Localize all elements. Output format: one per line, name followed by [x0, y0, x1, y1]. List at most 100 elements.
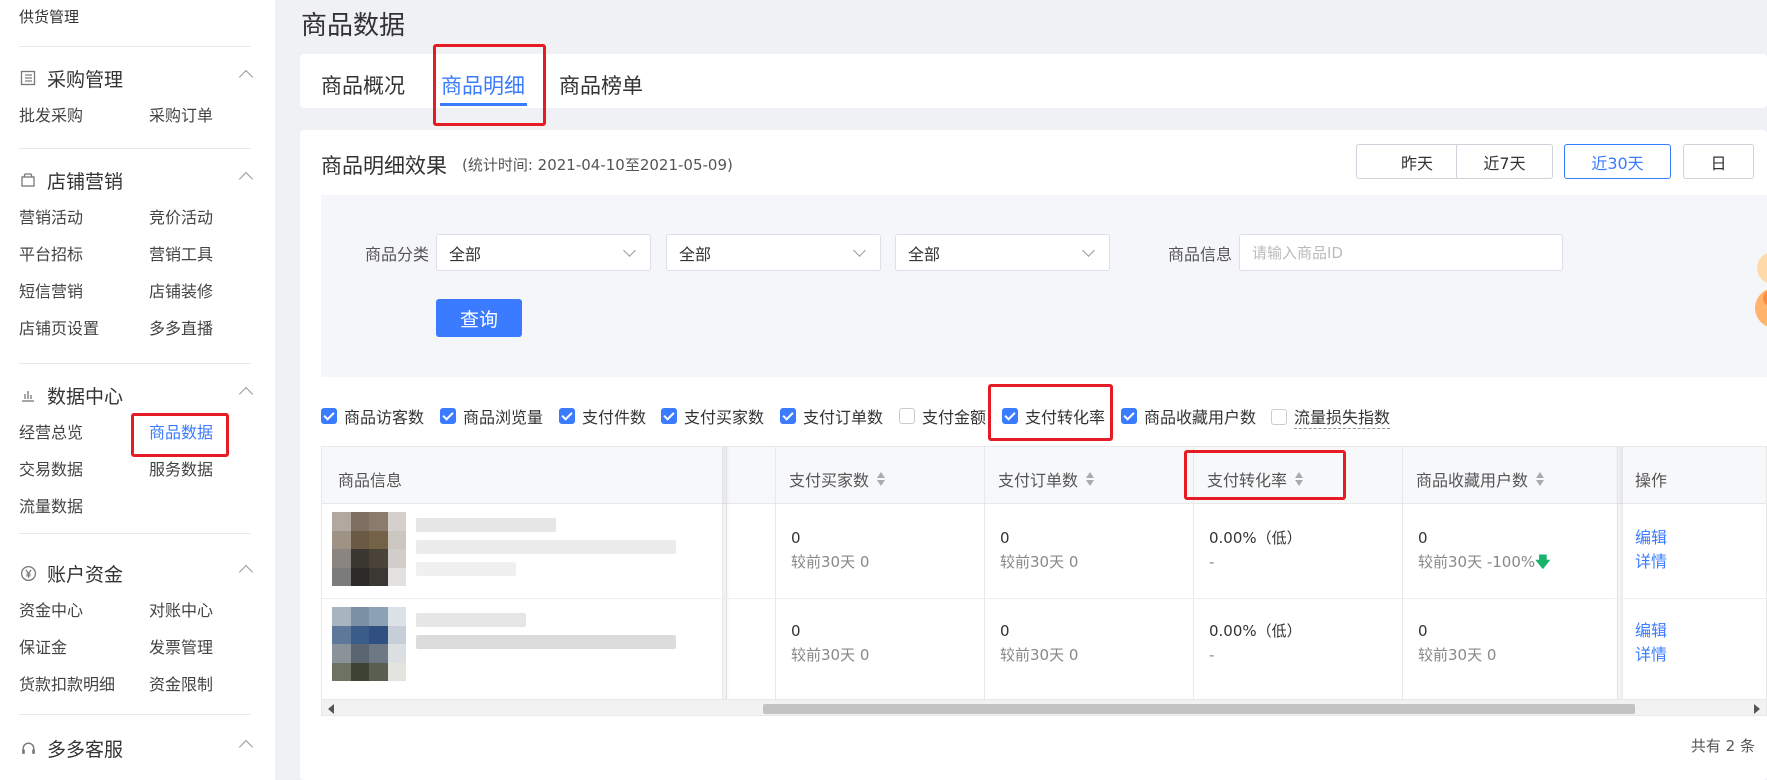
sidebar-item-reconciliation[interactable]: 对账中心	[149, 599, 249, 623]
cell-value: 0	[1418, 622, 1428, 640]
detail-link[interactable]: 详情	[1635, 643, 1667, 667]
sidebar-item-overview[interactable]: 经营总览	[19, 421, 149, 445]
column-header-orders[interactable]: 支付订单数	[998, 467, 1095, 491]
sidebar-item-live[interactable]: 多多直播	[149, 317, 249, 341]
sidebar-item-page-settings[interactable]: 店铺页设置	[19, 317, 149, 341]
category-select-1[interactable]: 全部	[436, 234, 651, 271]
sidebar-item-wholesale[interactable]: 批发采购	[19, 104, 149, 128]
blurred-product-name	[416, 635, 676, 649]
sidebar-item-invoice[interactable]: 发票管理	[149, 636, 249, 660]
blurred-product-name	[416, 613, 526, 627]
select-value: 全部	[449, 244, 482, 264]
metric-checkbox[interactable]: 支付转化率	[1002, 404, 1105, 428]
sidebar-group-header[interactable]: 多多客服	[19, 734, 254, 762]
category-select-3[interactable]: 全部	[895, 234, 1110, 271]
sort-icon[interactable]	[1536, 472, 1545, 486]
column-header-favorites[interactable]: 商品收藏用户数	[1416, 467, 1545, 491]
chevron-up-icon[interactable]	[238, 69, 254, 85]
sort-icon[interactable]	[1086, 472, 1095, 486]
metric-checkbox[interactable]: 流量损失指数	[1271, 404, 1391, 429]
table-row: 0 较前30天 0 0 较前30天 0 0.00%（低） - 0 较前30天 0…	[322, 599, 1766, 699]
edit-link[interactable]: 编辑	[1635, 526, 1667, 550]
sidebar-group-header[interactable]: 采购管理	[19, 64, 254, 92]
sidebar-item-deposit[interactable]: 保证金	[19, 636, 149, 660]
edit-link[interactable]: 编辑	[1635, 619, 1667, 643]
sidebar-group-header[interactable]: 店铺营销	[19, 166, 254, 194]
metric-label: 支付转化率	[1025, 408, 1106, 427]
metric-checkbox[interactable]: 商品浏览量	[440, 404, 543, 428]
checkbox-checked-icon[interactable]	[1002, 408, 1018, 424]
divider	[19, 148, 251, 149]
sidebar-item-transaction-data[interactable]: 交易数据	[19, 458, 149, 482]
chevron-up-icon[interactable]	[238, 564, 254, 580]
tab-details[interactable]: 商品明细	[441, 70, 525, 100]
date-7days-button[interactable]: 近7天	[1456, 144, 1553, 179]
query-button[interactable]: 查询	[436, 299, 522, 337]
cell-value: 0	[791, 529, 801, 547]
tab-ranking[interactable]: 商品榜单	[559, 70, 643, 100]
checkbox-checked-icon[interactable]	[440, 408, 456, 424]
sidebar-item-tender[interactable]: 平台招标	[19, 243, 149, 267]
blurred-product-name	[416, 540, 676, 554]
checkbox-checked-icon[interactable]	[321, 408, 337, 424]
checkbox-checked-icon[interactable]	[780, 408, 796, 424]
product-thumbnail-blurred	[332, 607, 406, 681]
list-icon	[19, 69, 37, 87]
sidebar-group-title: 账户资金	[47, 563, 124, 586]
scroll-left-icon[interactable]	[328, 704, 334, 714]
sidebar-item-bidding[interactable]: 竞价活动	[149, 206, 249, 230]
sort-icon[interactable]	[1295, 472, 1304, 486]
detail-link[interactable]: 详情	[1635, 550, 1667, 574]
metric-checkbox[interactable]: 支付金额	[899, 404, 986, 428]
metric-label: 支付订单数	[803, 408, 884, 427]
total-count: 共有 2 条	[1690, 737, 1755, 755]
chevron-up-icon[interactable]	[238, 386, 254, 402]
sidebar-item-marketing-tools[interactable]: 营销工具	[149, 243, 249, 267]
column-header-buyers[interactable]: 支付买家数	[789, 467, 886, 491]
sidebar-item-sms[interactable]: 短信营销	[19, 280, 149, 304]
date-30days-button[interactable]: 近30天	[1564, 144, 1671, 179]
product-id-input[interactable]: 请输入商品ID	[1239, 234, 1563, 271]
metric-checkbox[interactable]: 商品收藏用户数	[1121, 404, 1256, 428]
checkbox-unchecked-icon[interactable]	[899, 408, 915, 424]
metric-checkbox[interactable]: 支付订单数	[780, 404, 883, 428]
sidebar-item-fund-limit[interactable]: 资金限制	[149, 673, 249, 697]
decorative-graphic	[1745, 238, 1767, 348]
sidebar-item-product-data[interactable]: 商品数据	[149, 421, 249, 445]
tab-overview[interactable]: 商品概况	[321, 70, 405, 100]
checkbox-checked-icon[interactable]	[661, 408, 677, 424]
scroll-thumb[interactable]	[763, 704, 1635, 714]
chevron-up-icon[interactable]	[238, 739, 254, 755]
cell-compare: 较前30天 0	[1000, 553, 1079, 571]
divider	[19, 363, 251, 364]
sidebar-item-fund-center[interactable]: 资金中心	[19, 599, 149, 623]
sort-icon[interactable]	[877, 472, 886, 486]
sidebar-item-supply[interactable]: 供货管理	[19, 6, 79, 27]
checkbox-checked-icon[interactable]	[1121, 408, 1137, 424]
metric-checkbox[interactable]: 支付件数	[559, 404, 646, 428]
column-header-conversion[interactable]: 支付转化率	[1207, 467, 1304, 491]
metric-checkbox[interactable]: 支付买家数	[661, 404, 764, 428]
select-value: 全部	[908, 244, 941, 264]
scroll-right-icon[interactable]	[1754, 704, 1760, 714]
horizontal-scrollbar[interactable]	[322, 699, 1766, 715]
sidebar-group-header[interactable]: 账户资金	[19, 559, 254, 587]
sidebar-item-purchase-orders[interactable]: 采购订单	[149, 104, 249, 128]
sidebar-item-decoration[interactable]: 店铺装修	[149, 280, 249, 304]
cell-favorites: 0 较前30天 -100%🡇	[1418, 526, 1551, 574]
sidebar: 供货管理 采购管理 批发采购 采购订单 店铺营销 营销活动 竞价活动 平台招标	[0, 0, 275, 780]
metric-checkbox[interactable]: 商品访客数	[321, 404, 424, 428]
chevron-up-icon[interactable]	[238, 171, 254, 187]
date-day-button[interactable]: 日	[1683, 144, 1754, 179]
arrow-down-icon: 🡇	[1535, 553, 1551, 571]
sidebar-item-deduction-details[interactable]: 货款扣款明细	[19, 673, 149, 697]
sidebar-item-service-data[interactable]: 服务数据	[149, 458, 249, 482]
checkbox-unchecked-icon[interactable]	[1271, 408, 1287, 425]
sidebar-item-traffic-data[interactable]: 流量数据	[19, 495, 149, 519]
sidebar-group-header[interactable]: 数据中心	[19, 381, 254, 409]
stat-period: (统计时间: 2021-04-10至2021-05-09)	[462, 156, 733, 174]
metric-label: 商品收藏用户数	[1144, 408, 1257, 427]
sidebar-item-marketing-activity[interactable]: 营销活动	[19, 206, 149, 230]
checkbox-checked-icon[interactable]	[559, 408, 575, 424]
category-select-2[interactable]: 全部	[666, 234, 881, 271]
